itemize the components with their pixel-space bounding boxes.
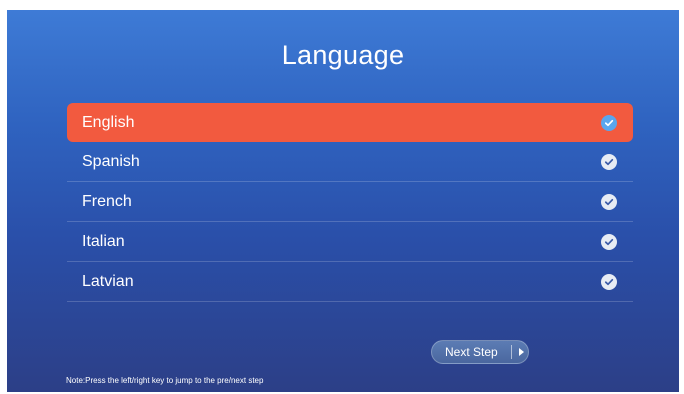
page-title: Language xyxy=(281,40,405,70)
language-label: English xyxy=(82,113,135,131)
check-circle-icon xyxy=(601,114,617,131)
next-step-button[interactable]: Next Step xyxy=(431,340,529,364)
language-label: Spanish xyxy=(82,152,140,170)
language-label: French xyxy=(82,192,132,210)
language-option-latvian[interactable]: Latvian xyxy=(67,262,633,302)
language-option-spanish[interactable]: Spanish xyxy=(67,142,633,182)
language-option-french[interactable]: French xyxy=(67,182,633,222)
language-setup-screen: Language English Spanish French Italian xyxy=(7,10,679,392)
next-step-label: Next Step xyxy=(445,345,498,359)
language-option-italian[interactable]: Italian xyxy=(67,222,633,262)
check-circle-icon xyxy=(601,273,617,290)
check-circle-icon xyxy=(601,193,617,210)
navigation-note: Note:Press the left/right key to jump to… xyxy=(66,376,264,385)
language-list: English Spanish French Italian Latvian xyxy=(67,103,633,302)
check-circle-icon xyxy=(601,233,617,250)
language-option-english[interactable]: English xyxy=(67,103,633,142)
language-label: Italian xyxy=(82,232,125,250)
play-arrow-icon xyxy=(519,348,524,356)
check-circle-icon xyxy=(601,153,617,170)
button-divider xyxy=(511,345,512,359)
language-label: Latvian xyxy=(82,272,134,290)
